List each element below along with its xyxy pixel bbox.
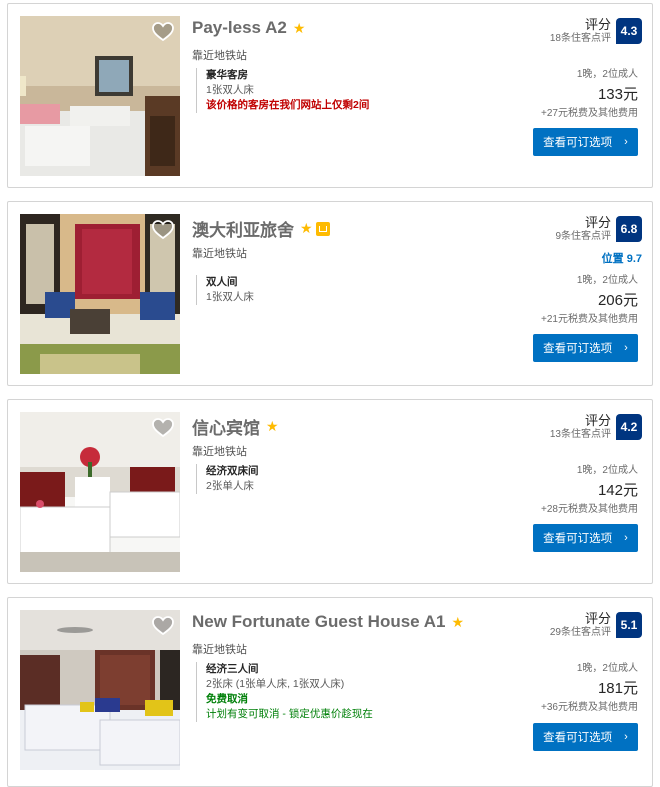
location-score: 位置 9.7 (601, 253, 642, 265)
review-score[interactable]: 评分 13条住客点评 4.2 (550, 414, 642, 441)
taxes-fees: +27元税费及其他费用 (541, 108, 638, 119)
location-label: 靠近地铁站 (192, 50, 247, 62)
taxes-fees: +28元税费及其他费用 (541, 504, 638, 515)
star-rating-icon: ★ (292, 19, 306, 36)
pricing: 1晚，2位成人 142元 +28元税费及其他费用 (541, 464, 638, 516)
availability-alert: 该价格的客房在我们网站上仅剩2间 (206, 99, 370, 111)
chevron-right-icon: › (624, 532, 628, 544)
review-count: 9条住客点评 (555, 231, 611, 242)
pricing: 1晚，2位成人 133元 +27元税费及其他费用 (541, 68, 638, 120)
favorite-heart-icon[interactable] (152, 220, 174, 240)
review-score[interactable]: 评分 18条住客点评 4.3 (550, 18, 642, 45)
score-label: 评分 (584, 611, 611, 626)
room-info: 双人间 1张双人床 (196, 275, 254, 305)
location-label: 靠近地铁站 (192, 248, 247, 260)
hotel-photo[interactable] (20, 412, 180, 572)
price: 133元 (597, 86, 638, 103)
nights-guests: 1晚，2位成人 (576, 69, 638, 80)
see-availability-button[interactable]: 查看可订选项 › (533, 723, 638, 751)
room-type: 经济双床间 (206, 465, 259, 477)
hotel-card[interactable]: New Fortunate Guest House A1 ★ 靠近地铁站 经济三… (7, 597, 653, 787)
location-label: 靠近地铁站 (192, 644, 247, 656)
score-label: 评分 (584, 17, 611, 32)
review-count: 29条住客点评 (549, 627, 611, 638)
cta-label: 查看可订选项 (543, 137, 613, 149)
score-badge: 5.1 (616, 612, 642, 638)
room-info: 豪华客房 1张双人床 该价格的客房在我们网站上仅剩2间 (196, 68, 369, 113)
free-cancellation-note: 计划有变可取消 - 锁定优惠价趁现在 (206, 708, 373, 720)
nights-guests: 1晚，2位成人 (576, 465, 638, 476)
room-type: 双人间 (206, 276, 238, 288)
hotel-photo[interactable] (20, 214, 180, 374)
cta-label: 查看可订选项 (543, 343, 613, 355)
price: 142元 (597, 482, 638, 499)
room-type: 经济三人间 (206, 663, 259, 675)
star-rating-icon: ★ (451, 613, 465, 630)
score-badge: 6.8 (616, 216, 642, 242)
hotel-name[interactable]: 信心宾馆 (192, 414, 260, 439)
star-rating-icon: ★ (300, 220, 313, 236)
see-availability-button[interactable]: 查看可订选项 › (533, 128, 638, 156)
review-score[interactable]: 评分 9条住客点评 6.8 (555, 216, 642, 243)
bed-config: 1张双人床 (206, 291, 254, 303)
thumbs-up-badge-icon[interactable] (315, 221, 330, 236)
chevron-right-icon: › (624, 342, 628, 354)
review-count: 13条住客点评 (549, 429, 611, 440)
bed-config: 1张双人床 (206, 84, 254, 96)
chevron-right-icon: › (624, 136, 628, 148)
score-badge: 4.3 (616, 18, 642, 44)
hotel-photo[interactable] (20, 16, 180, 176)
bed-config: 2张单人床 (206, 480, 254, 492)
bed-config: 2张床 (1张单人床, 1张双人床) (206, 678, 345, 690)
score-label: 评分 (584, 215, 611, 230)
hotel-card[interactable]: 信心宾馆 ★ 靠近地铁站 经济双床间 2张单人床 评分 13条住客点评 4.2 … (7, 399, 653, 584)
hotel-name[interactable]: New Fortunate Guest House A1 (192, 612, 445, 632)
hotel-name[interactable]: Pay-less A2 (192, 18, 287, 38)
hotel-card[interactable]: Pay-less A2 ★ 靠近地铁站 豪华客房 1张双人床 该价格的客房在我们… (7, 3, 653, 188)
room-info: 经济双床间 2张单人床 (196, 464, 259, 494)
nights-guests: 1晚，2位成人 (576, 275, 638, 286)
favorite-heart-icon[interactable] (152, 22, 174, 42)
chevron-right-icon: › (624, 731, 628, 743)
score-label: 评分 (584, 413, 611, 428)
hotel-card[interactable]: 澳大利亚旅舍 ★ 靠近地铁站 双人间 1张双人床 评分 9条住客点评 6.8 位… (7, 201, 653, 386)
room-type: 豪华客房 (206, 69, 248, 81)
see-availability-button[interactable]: 查看可订选项 › (533, 334, 638, 362)
pricing: 1晚，2位成人 206元 +21元税费及其他费用 (541, 274, 638, 326)
score-badge: 4.2 (616, 414, 642, 440)
hotel-photo[interactable] (20, 610, 180, 770)
review-count: 18条住客点评 (549, 33, 611, 44)
price: 181元 (597, 680, 638, 697)
price: 206元 (597, 292, 638, 309)
favorite-heart-icon[interactable] (152, 418, 174, 438)
cta-label: 查看可订选项 (543, 533, 613, 545)
free-cancellation: 免费取消 (206, 693, 248, 705)
cta-label: 查看可订选项 (543, 732, 613, 744)
taxes-fees: +21元税费及其他费用 (541, 314, 638, 325)
taxes-fees: +36元税费及其他费用 (541, 702, 638, 713)
favorite-heart-icon[interactable] (152, 616, 174, 636)
hotel-name[interactable]: 澳大利亚旅舍 (192, 216, 294, 241)
see-availability-button[interactable]: 查看可订选项 › (533, 524, 638, 552)
pricing: 1晚，2位成人 181元 +36元税费及其他费用 (541, 662, 638, 714)
location-label: 靠近地铁站 (192, 446, 247, 458)
nights-guests: 1晚，2位成人 (576, 663, 638, 674)
review-score[interactable]: 评分 29条住客点评 5.1 (550, 612, 642, 639)
room-info: 经济三人间 2张床 (1张单人床, 1张双人床) 免费取消 计划有变可取消 - … (196, 662, 373, 722)
star-rating-icon: ★ (266, 418, 279, 434)
